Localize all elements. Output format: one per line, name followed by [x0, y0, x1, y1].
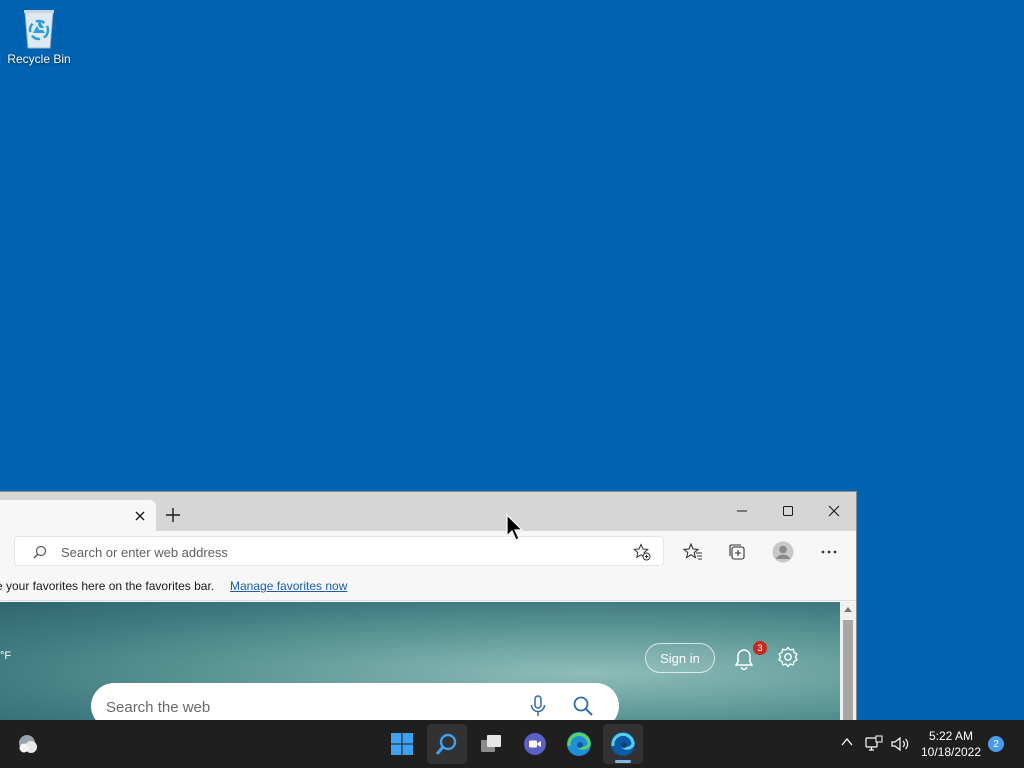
volume-icon[interactable]	[890, 735, 910, 753]
notifications-bell-icon[interactable]	[733, 646, 755, 670]
search-icon	[33, 545, 47, 559]
search-icon	[435, 733, 457, 755]
widgets-button[interactable]	[8, 724, 48, 764]
microphone-icon[interactable]	[529, 695, 547, 717]
minimize-button[interactable]	[727, 500, 757, 522]
edge-browser-window[interactable]: e your favorites here on the favorites b…	[0, 491, 857, 720]
collections-icon	[729, 544, 745, 560]
address-bar[interactable]	[14, 536, 664, 566]
task-view-button[interactable]	[471, 724, 511, 764]
start-button[interactable]	[382, 724, 422, 764]
close-icon	[828, 505, 840, 517]
add-favorite-icon[interactable]	[633, 543, 651, 561]
widgets-icon	[19, 735, 37, 753]
edge-icon	[567, 732, 591, 756]
page-scrollbar[interactable]	[840, 602, 856, 720]
scroll-up-arrow-icon[interactable]	[844, 606, 852, 612]
web-search-input[interactable]	[106, 696, 506, 718]
windows-start-icon	[391, 733, 413, 755]
mouse-cursor-icon	[506, 514, 524, 541]
edge-dev-taskbar-button[interactable]	[603, 724, 643, 764]
browser-toolbar	[0, 531, 856, 571]
taskbar-search-button[interactable]	[427, 724, 467, 764]
web-search-box[interactable]	[91, 683, 619, 720]
taskbar: 5:22 AM 10/18/2022 2	[0, 720, 1024, 768]
recycle-bin-icon	[24, 10, 54, 49]
settings-more-button[interactable]	[818, 541, 840, 563]
favorites-button[interactable]	[682, 541, 704, 563]
close-icon[interactable]	[132, 508, 148, 524]
collections-button[interactable]	[726, 541, 748, 563]
tab-strip	[0, 492, 856, 531]
desktop-icon-recycle-bin[interactable]: Recycle Bin	[4, 6, 74, 76]
minimize-icon	[737, 510, 747, 512]
browser-tab[interactable]	[0, 500, 156, 531]
plus-icon	[166, 508, 180, 522]
search-icon[interactable]	[572, 695, 594, 717]
page-settings-gear-icon[interactable]	[777, 646, 799, 668]
clock-date: 10/18/2022	[920, 745, 982, 759]
clock-time: 5:22 AM	[928, 729, 974, 743]
teams-chat-button[interactable]	[515, 724, 555, 764]
edge-taskbar-button[interactable]	[559, 724, 599, 764]
manage-favorites-link[interactable]: Manage favorites now	[230, 579, 347, 593]
task-view-icon	[481, 735, 501, 752]
chevron-up-icon[interactable]	[840, 735, 854, 749]
new-tab-button[interactable]	[162, 504, 184, 526]
edge-dev-icon	[611, 732, 635, 756]
recycle-bin-label: Recycle Bin	[7, 52, 71, 66]
profile-icon	[772, 541, 794, 563]
favorites-bar: e your favorites here on the favorites b…	[0, 571, 856, 601]
profile-button[interactable]	[772, 541, 794, 563]
notification-count-badge: 3	[753, 641, 767, 655]
favorites-icon	[683, 542, 702, 560]
running-indicator	[615, 760, 631, 763]
favorites-bar-message: e your favorites here on the favorites b…	[0, 579, 215, 593]
teams-chat-icon	[524, 733, 546, 755]
close-window-button[interactable]	[819, 500, 849, 522]
notification-center-badge[interactable]: 2	[988, 736, 1004, 752]
sign-in-button[interactable]: Sign in	[645, 643, 715, 673]
scrollbar-thumb[interactable]	[843, 620, 853, 720]
weather-temp-unit: °F	[0, 650, 12, 662]
system-clock[interactable]: 5:22 AM 10/18/2022	[914, 728, 988, 760]
new-tab-page: °F Sign in 3	[0, 602, 840, 720]
more-icon	[821, 550, 837, 554]
maximize-icon	[783, 506, 793, 516]
network-icon[interactable]	[865, 735, 883, 753]
address-input[interactable]	[61, 542, 621, 562]
maximize-button[interactable]	[773, 500, 803, 522]
